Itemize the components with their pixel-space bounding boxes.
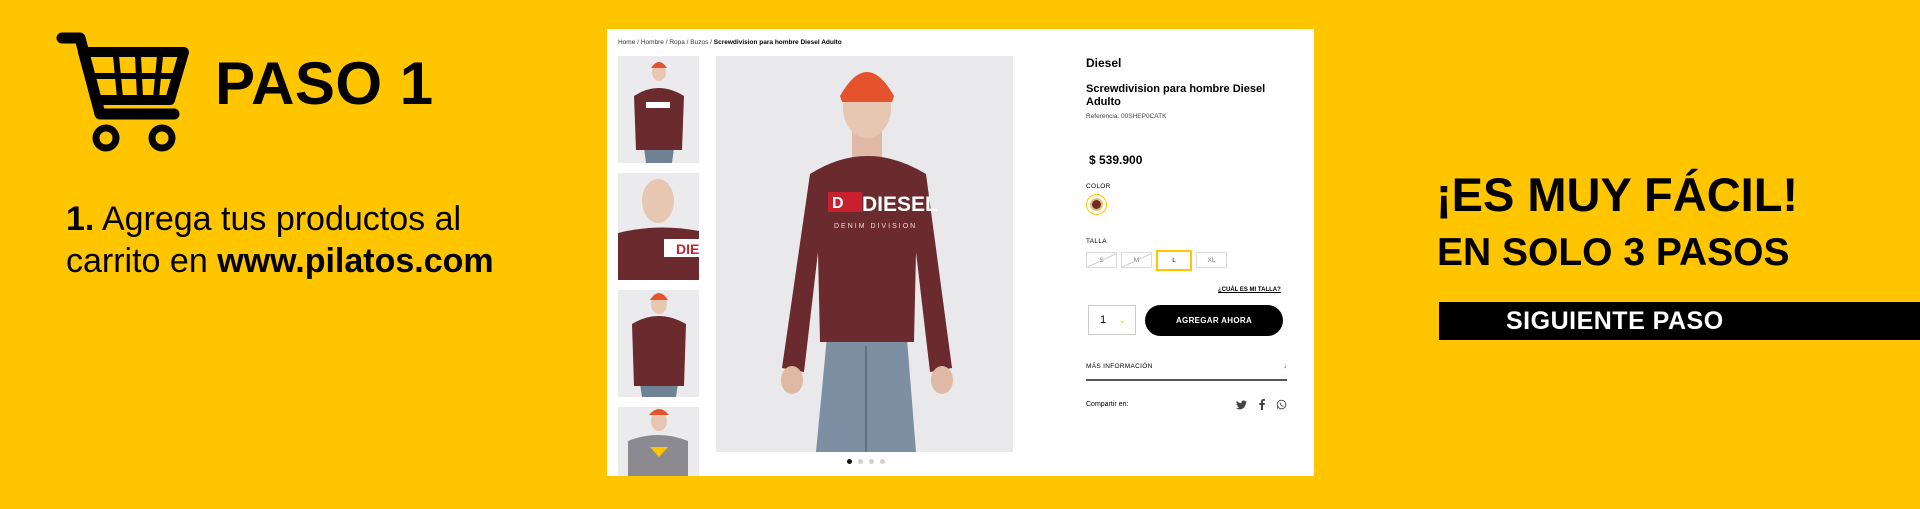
instructions-text-2: carrito en bbox=[66, 242, 208, 280]
sweater-print: DIESEL bbox=[862, 193, 938, 216]
breadcrumb-current: Screwdivision para hombre Diesel Adulto bbox=[713, 39, 842, 46]
step-title: PASO 1 bbox=[215, 50, 434, 117]
gallery-dot-4[interactable] bbox=[880, 459, 885, 464]
promo-subheadline: EN SOLO 3 PASOS bbox=[1437, 231, 1790, 274]
gallery-dot-1[interactable] bbox=[847, 459, 852, 464]
whatsapp-icon[interactable] bbox=[1276, 399, 1287, 410]
step-number: 1. bbox=[66, 200, 95, 238]
share-row: Compartir en: bbox=[1086, 399, 1287, 410]
thumbnail-detail-image bbox=[618, 407, 699, 476]
instructions-text-1: Agrega tus productos al bbox=[101, 200, 462, 238]
thumbnail-4[interactable] bbox=[618, 407, 699, 476]
product-brand: Diesel bbox=[1086, 56, 1122, 70]
color-label: COLOR bbox=[1086, 183, 1111, 190]
color-swatch[interactable] bbox=[1086, 194, 1107, 215]
sweater-subprint: DENIM DIVISION bbox=[834, 223, 917, 230]
gallery-dot-2[interactable] bbox=[858, 459, 863, 464]
shopping-cart-icon bbox=[56, 32, 189, 152]
more-info-label: MÁS INFORMACIÓN bbox=[1086, 363, 1153, 370]
add-to-cart-button[interactable]: AGREGAR AHORA bbox=[1145, 305, 1283, 336]
product-page-screenshot: Home / Hombre / Ropa / Buzos / Screwdivi… bbox=[607, 29, 1314, 476]
twitter-icon[interactable] bbox=[1236, 399, 1247, 410]
size-selector: S M L XL bbox=[1086, 250, 1227, 271]
gallery-dot-3[interactable] bbox=[869, 459, 874, 464]
gallery-dots bbox=[847, 459, 885, 464]
thumbnail-2[interactable]: DIE bbox=[618, 173, 699, 280]
thumbnail-closeup-image: DIE bbox=[618, 173, 699, 280]
size-label: TALLA bbox=[1086, 238, 1107, 245]
product-price: $ 539.900 bbox=[1089, 153, 1143, 167]
chevron-down-icon: ⌄ bbox=[1118, 314, 1126, 325]
thumbnail-back-image bbox=[618, 290, 699, 397]
breadcrumb-home[interactable]: Home bbox=[618, 39, 635, 46]
svg-text:DIE: DIE bbox=[676, 241, 699, 257]
size-option-m[interactable]: M bbox=[1121, 252, 1152, 268]
site-url[interactable]: www.pilatos.com bbox=[217, 242, 493, 280]
breadcrumb: Home / Hombre / Ropa / Buzos / Screwdivi… bbox=[618, 39, 842, 46]
thumbnail-3[interactable] bbox=[618, 290, 699, 397]
quantity-value: 1 bbox=[1100, 314, 1107, 326]
product-name: Screwdivision para hombre Diesel Adulto bbox=[1086, 83, 1266, 108]
main-product-image[interactable]: D DIESEL DENIM DIVISION bbox=[716, 56, 1013, 452]
size-option-l[interactable]: L bbox=[1156, 250, 1192, 271]
svg-text:D: D bbox=[832, 195, 844, 212]
next-step-button[interactable]: SIGUIENTE PASO bbox=[1439, 302, 1920, 340]
thumbnail-1[interactable] bbox=[618, 56, 699, 163]
product-reference: Referencia: 00SHEP0CATK bbox=[1086, 113, 1167, 120]
size-option-s[interactable]: S bbox=[1086, 252, 1117, 268]
promo-headline: ¡ES MUY FÁCIL! bbox=[1436, 168, 1799, 221]
more-info-accordion[interactable]: MÁS INFORMACIÓN ↓ bbox=[1086, 363, 1287, 381]
facebook-icon[interactable] bbox=[1256, 399, 1267, 410]
size-guide-link[interactable]: ¿CUÁL ES MI TALLA? bbox=[1218, 287, 1281, 293]
breadcrumb-clothing[interactable]: Ropa bbox=[669, 39, 685, 46]
size-option-xl[interactable]: XL bbox=[1196, 252, 1227, 268]
model-sweater-illustration: D DIESEL DENIM DIVISION bbox=[716, 56, 1013, 452]
instructions: 1. Agrega tus productos al carrito en ww… bbox=[66, 198, 566, 282]
thumbnail-front-image bbox=[618, 56, 699, 163]
share-label: Compartir en: bbox=[1086, 401, 1129, 408]
quantity-select[interactable]: 1 ⌄ bbox=[1088, 305, 1136, 335]
arrow-down-icon: ↓ bbox=[1283, 363, 1287, 370]
breadcrumb-men[interactable]: Hombre bbox=[641, 39, 664, 46]
breadcrumb-category[interactable]: Buzos bbox=[690, 39, 708, 46]
